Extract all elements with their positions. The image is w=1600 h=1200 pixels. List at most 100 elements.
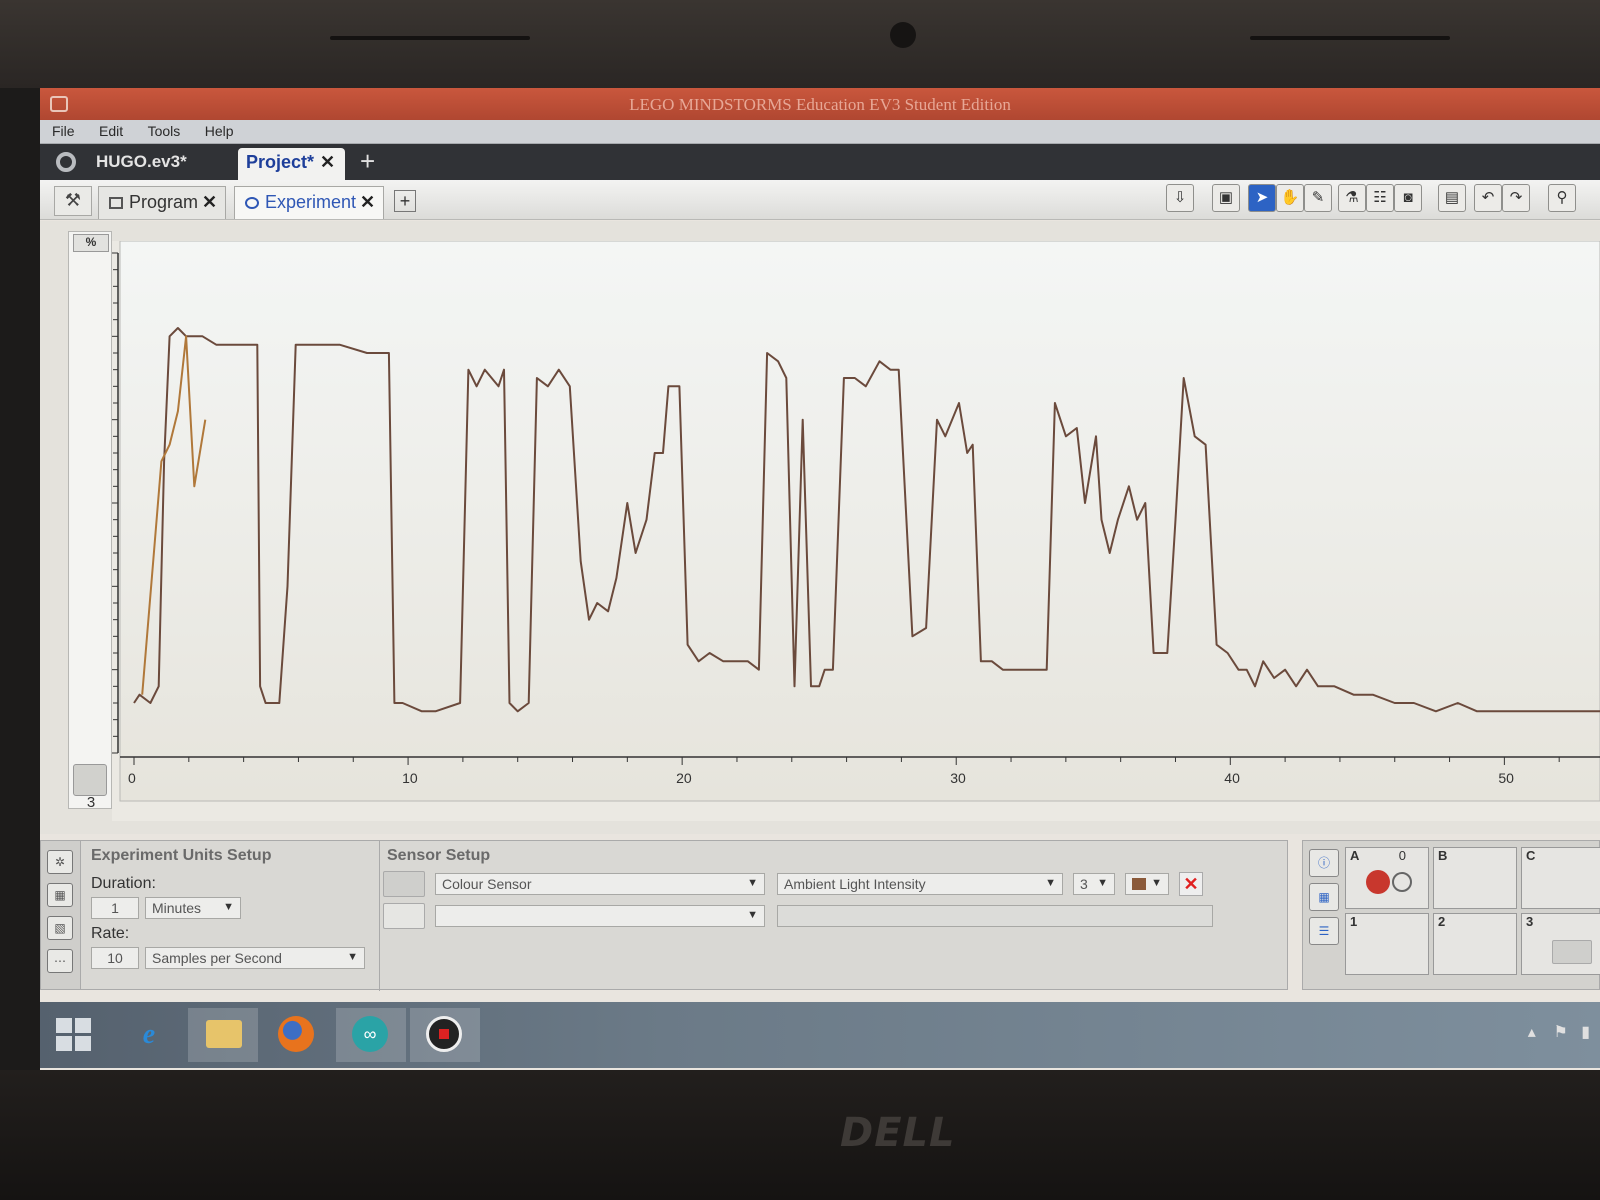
port-a[interactable]: A 0 [1345, 847, 1429, 909]
flask-icon[interactable]: ⚗ [1338, 184, 1366, 212]
port-list-icon[interactable]: ☰ [1309, 917, 1339, 945]
x-tick-label: 0 [128, 770, 136, 786]
sensor-port-select[interactable]: 3 [1073, 873, 1115, 895]
close-project-icon[interactable]: ✕ [320, 152, 335, 172]
internet-explorer-icon[interactable]: e [114, 1008, 184, 1062]
port-3[interactable]: 3 [1521, 913, 1600, 975]
lego-mindstorms-icon[interactable] [410, 1008, 480, 1062]
snapshot-icon[interactable]: ◙ [1394, 184, 1422, 212]
port-view-icon[interactable]: ▦ [1309, 883, 1339, 911]
save-icon[interactable]: ▤ [1438, 184, 1466, 212]
sensor-thumbnail-icon [73, 764, 107, 796]
redo-icon[interactable]: ↷ [1502, 184, 1530, 212]
y-axis-strip: % 3 [68, 231, 112, 811]
colour-sensor-icon [383, 871, 425, 897]
menu-bar: File Edit Tools Help [40, 120, 1600, 144]
port-a-label: A [1350, 848, 1360, 863]
add-sensor-select[interactable] [435, 905, 765, 927]
plot-background [119, 241, 1600, 802]
port-b-label: B [1438, 848, 1448, 863]
tab-program-label: Program [129, 192, 199, 212]
duration-label: Duration: [91, 875, 156, 892]
x-tick-label: 10 [402, 770, 418, 786]
sensor-setup-title: Sensor Setup [387, 847, 491, 864]
dataset-table-icon[interactable]: ☷ [1366, 184, 1394, 212]
port-b[interactable]: B [1433, 847, 1517, 909]
dell-logo: DELL [840, 1110, 956, 1156]
duration-unit-select[interactable]: Minutes [145, 897, 241, 919]
empty-mode-field [777, 905, 1213, 927]
action-center-icon[interactable]: ⚑ [1554, 1024, 1568, 1041]
monitor-bezel-top [0, 0, 1600, 88]
screen: LEGO MINDSTORMS Education EV3 Student Ed… [40, 88, 1600, 1076]
project-tab-label: Project* [246, 152, 315, 172]
rate-input[interactable]: 10 [91, 947, 139, 969]
rate-unit-select[interactable]: Samples per Second [145, 947, 365, 969]
experiment-units-title: Experiment Units Setup [91, 847, 272, 864]
tab-program[interactable]: Program ✕ [98, 186, 227, 219]
upload-icon[interactable]: ⇩ [1166, 184, 1194, 212]
tray-expand-icon[interactable]: ▴ [1528, 1024, 1536, 1041]
zoom-icon[interactable]: ⚲ [1548, 184, 1576, 212]
large-motor-icon [1366, 870, 1390, 894]
hand-icon[interactable]: ✋ [1276, 184, 1304, 212]
project-bar: HUGO.ev3* Project* ✕ + [40, 144, 1600, 180]
data-plot[interactable]: 010203040506001020304050 [112, 241, 1600, 821]
menu-tools[interactable]: Tools [136, 120, 189, 139]
settings-gear-icon[interactable] [56, 152, 76, 172]
close-experiment-icon[interactable]: ✕ [360, 192, 375, 212]
table-view-icon[interactable]: ▦ [47, 883, 73, 907]
pencil-icon[interactable]: ✎ [1304, 184, 1332, 212]
project-tab[interactable]: Project* ✕ [238, 148, 346, 180]
battery-icon[interactable]: ▮ [1581, 1024, 1590, 1041]
port-2[interactable]: 2 [1433, 913, 1517, 975]
file-explorer-icon[interactable] [188, 1008, 258, 1062]
arduino-icon[interactable]: ∞ [336, 1008, 406, 1062]
port-a-value: 0 [1398, 848, 1406, 863]
start-button[interactable] [40, 1008, 104, 1062]
config-side-icons: ✲ ▦ ▧ ⋯ [41, 841, 81, 989]
graph-view-icon[interactable]: ▧ [47, 916, 73, 940]
window-title: LEGO MINDSTORMS Education EV3 Student Ed… [629, 95, 1011, 114]
line-color-select[interactable] [1125, 873, 1169, 895]
camera-view-icon[interactable]: ▣ [1212, 184, 1240, 212]
bezel-edge-left [330, 36, 530, 40]
wrench-icon[interactable]: ⚒ [54, 186, 92, 216]
pointer-icon[interactable]: ➤ [1248, 184, 1276, 212]
motor-dial-icon [1392, 872, 1412, 892]
config-gear-icon[interactable]: ✲ [47, 850, 73, 874]
x-tick-label: 20 [676, 770, 692, 786]
port-3-label: 3 [1526, 914, 1534, 929]
port-c[interactable]: C [1521, 847, 1600, 909]
firefox-icon[interactable] [262, 1008, 332, 1062]
close-program-icon[interactable]: ✕ [202, 192, 217, 212]
port-1[interactable]: 1 [1345, 913, 1429, 975]
taskbar: e ∞ ▴ ⚑ ▮ [40, 1002, 1600, 1068]
port-c-label: C [1526, 848, 1536, 863]
port-info-icon[interactable]: ⓘ [1309, 849, 1339, 877]
experiment-icon [245, 197, 259, 209]
x-tick-label: 30 [950, 770, 966, 786]
x-tick-label: 40 [1224, 770, 1240, 786]
unit-selector[interactable]: % [73, 234, 109, 252]
add-project-button[interactable]: + [360, 146, 375, 177]
monitor-bezel-bottom [0, 1070, 1600, 1200]
add-tab-button[interactable]: + [394, 190, 416, 212]
sensor-type-select[interactable]: Colour Sensor [435, 873, 765, 895]
duration-input[interactable]: 1 [91, 897, 139, 919]
menu-help[interactable]: Help [193, 120, 242, 139]
remove-sensor-button[interactable]: ✕ [1179, 872, 1203, 896]
sensor-mode-select[interactable]: Ambient Light Intensity [777, 873, 1063, 895]
menu-file[interactable]: File [40, 120, 83, 139]
program-icon [109, 197, 123, 209]
port-3-sensor-icon [1552, 940, 1592, 964]
empty-sensor-slot [383, 903, 425, 929]
tab-experiment[interactable]: Experiment ✕ [234, 186, 385, 219]
line-color-swatch [1132, 878, 1146, 890]
port-2-label: 2 [1438, 914, 1446, 929]
menu-edit[interactable]: Edit [87, 120, 131, 139]
undo-icon[interactable]: ↶ [1474, 184, 1502, 212]
project-file-name[interactable]: HUGO.ev3* [96, 152, 187, 172]
more-options-icon[interactable]: ⋯ [47, 949, 73, 973]
bezel-edge-right [1250, 36, 1450, 40]
